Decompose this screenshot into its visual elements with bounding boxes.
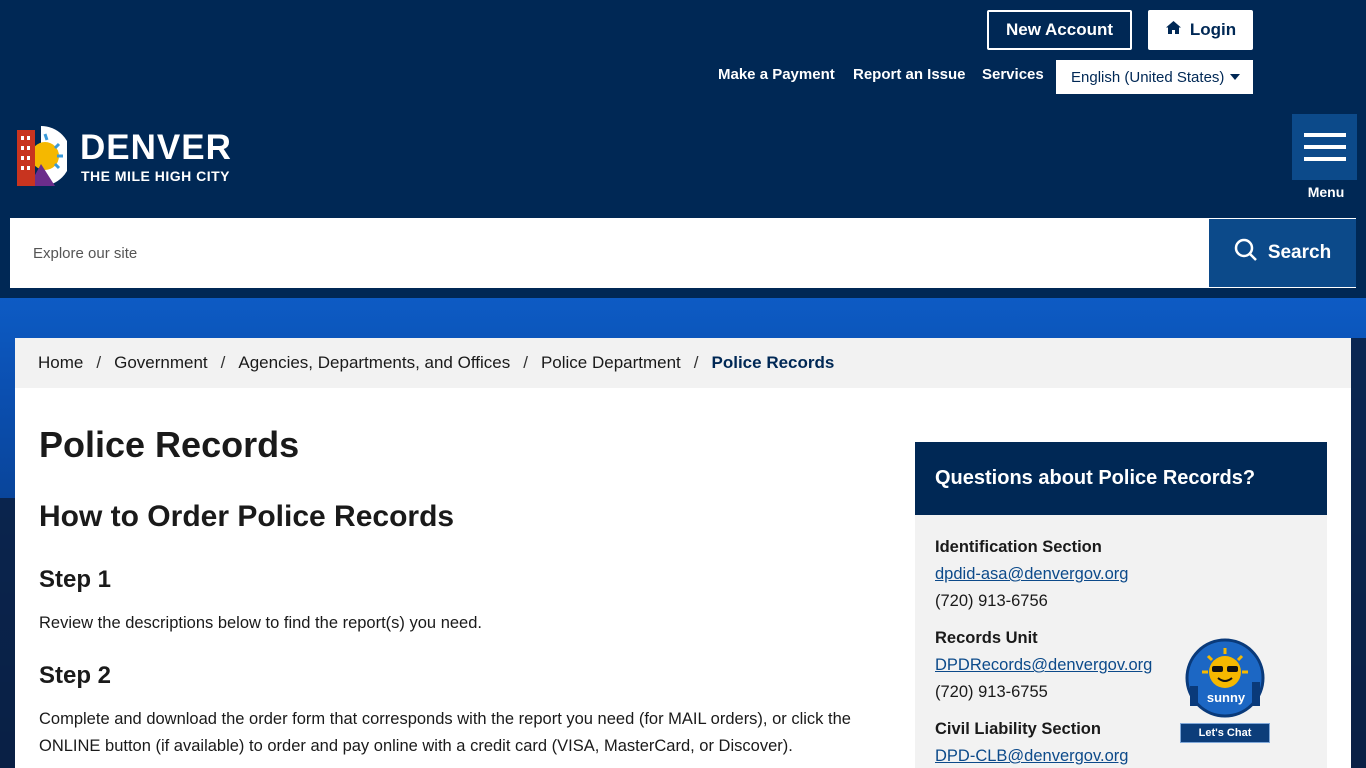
breadcrumb-separator: /: [96, 353, 102, 372]
step2-heading: Step 2: [39, 662, 112, 689]
sunny-chat-icon: [1185, 638, 1265, 718]
search-input[interactable]: [11, 219, 1209, 287]
breadcrumb-separator: /: [220, 353, 226, 372]
breadcrumb: Home / Government / Agencies, Department…: [15, 338, 1351, 388]
new-account-button[interactable]: New Account: [987, 10, 1132, 50]
search-button-label: Search: [1267, 242, 1332, 263]
breadcrumb-agencies[interactable]: Agencies, Departments, and Offices: [238, 353, 510, 373]
report-issue-link[interactable]: Report an Issue: [853, 66, 966, 83]
breadcrumb-government[interactable]: Government: [114, 353, 208, 373]
breadcrumb-current: Police Records: [711, 353, 835, 372]
hamburger-icon-bar: [1303, 157, 1346, 161]
lets-chat-button[interactable]: Let's Chat: [1180, 723, 1270, 743]
step2-text: Complete and download the order form tha…: [39, 710, 851, 755]
denver-seal-icon: [17, 126, 67, 186]
chat-badge-text: sunny: [1206, 690, 1246, 705]
contact-email-link[interactable]: DPD-CLB@denvergov.org: [935, 747, 1128, 766]
search-icon: [1234, 238, 1258, 268]
search-button[interactable]: Search: [1209, 219, 1356, 287]
hamburger-icon: [1303, 133, 1346, 137]
breadcrumb-separator: /: [693, 353, 699, 372]
skyline-building: [0, 498, 15, 768]
breadcrumb-home[interactable]: Home: [38, 353, 83, 373]
section-heading: How to Order Police Records: [39, 500, 455, 533]
logo-tagline: THE MILE HIGH CITY: [81, 168, 230, 184]
step1-heading: Step 1: [39, 566, 112, 593]
breadcrumb-separator: /: [523, 353, 528, 372]
chevron-down-icon: [1230, 74, 1241, 80]
language-select[interactable]: English (United States): [1056, 60, 1253, 94]
menu-button[interactable]: [1292, 114, 1357, 180]
search-bar: Search: [10, 218, 1356, 288]
step1-text: Review the descriptions below to find th…: [39, 614, 482, 632]
home-icon: [1165, 20, 1182, 40]
hamburger-icon-bar: [1303, 145, 1346, 149]
contact-label: Civil Liability Section: [935, 720, 1101, 738]
language-value: English (United States): [1071, 68, 1225, 86]
breadcrumb-police-department[interactable]: Police Department: [541, 353, 681, 373]
denver-logo[interactable]: DENVER THE MILE HIGH CITY: [15, 124, 255, 190]
site-header: New Account Login Make a Payment Report …: [0, 0, 1366, 298]
logo-wordmark: DENVER: [80, 128, 232, 167]
page-title: Police Records: [39, 424, 300, 465]
login-button[interactable]: Login: [1148, 10, 1253, 50]
contact-phone: (720) 913-6756: [935, 592, 1048, 610]
contact-email-link[interactable]: dpdid-asa@denvergov.org: [935, 565, 1128, 584]
content-card: Home / Government / Agencies, Department…: [15, 338, 1351, 768]
contact-label: Identification Section: [935, 538, 1102, 556]
skyline-building: [1350, 338, 1366, 768]
contact-email-link[interactable]: DPDRecords@denvergov.org: [935, 656, 1152, 675]
menu-label: Menu: [1307, 184, 1345, 200]
services-link[interactable]: Services: [982, 66, 1044, 83]
contact-label: Records Unit: [935, 629, 1038, 647]
contact-phone: (720) 913-6755: [935, 683, 1048, 701]
make-payment-link[interactable]: Make a Payment: [718, 66, 835, 83]
login-label: Login: [1189, 20, 1237, 39]
sidebar-heading: Questions about Police Records?: [915, 442, 1327, 515]
